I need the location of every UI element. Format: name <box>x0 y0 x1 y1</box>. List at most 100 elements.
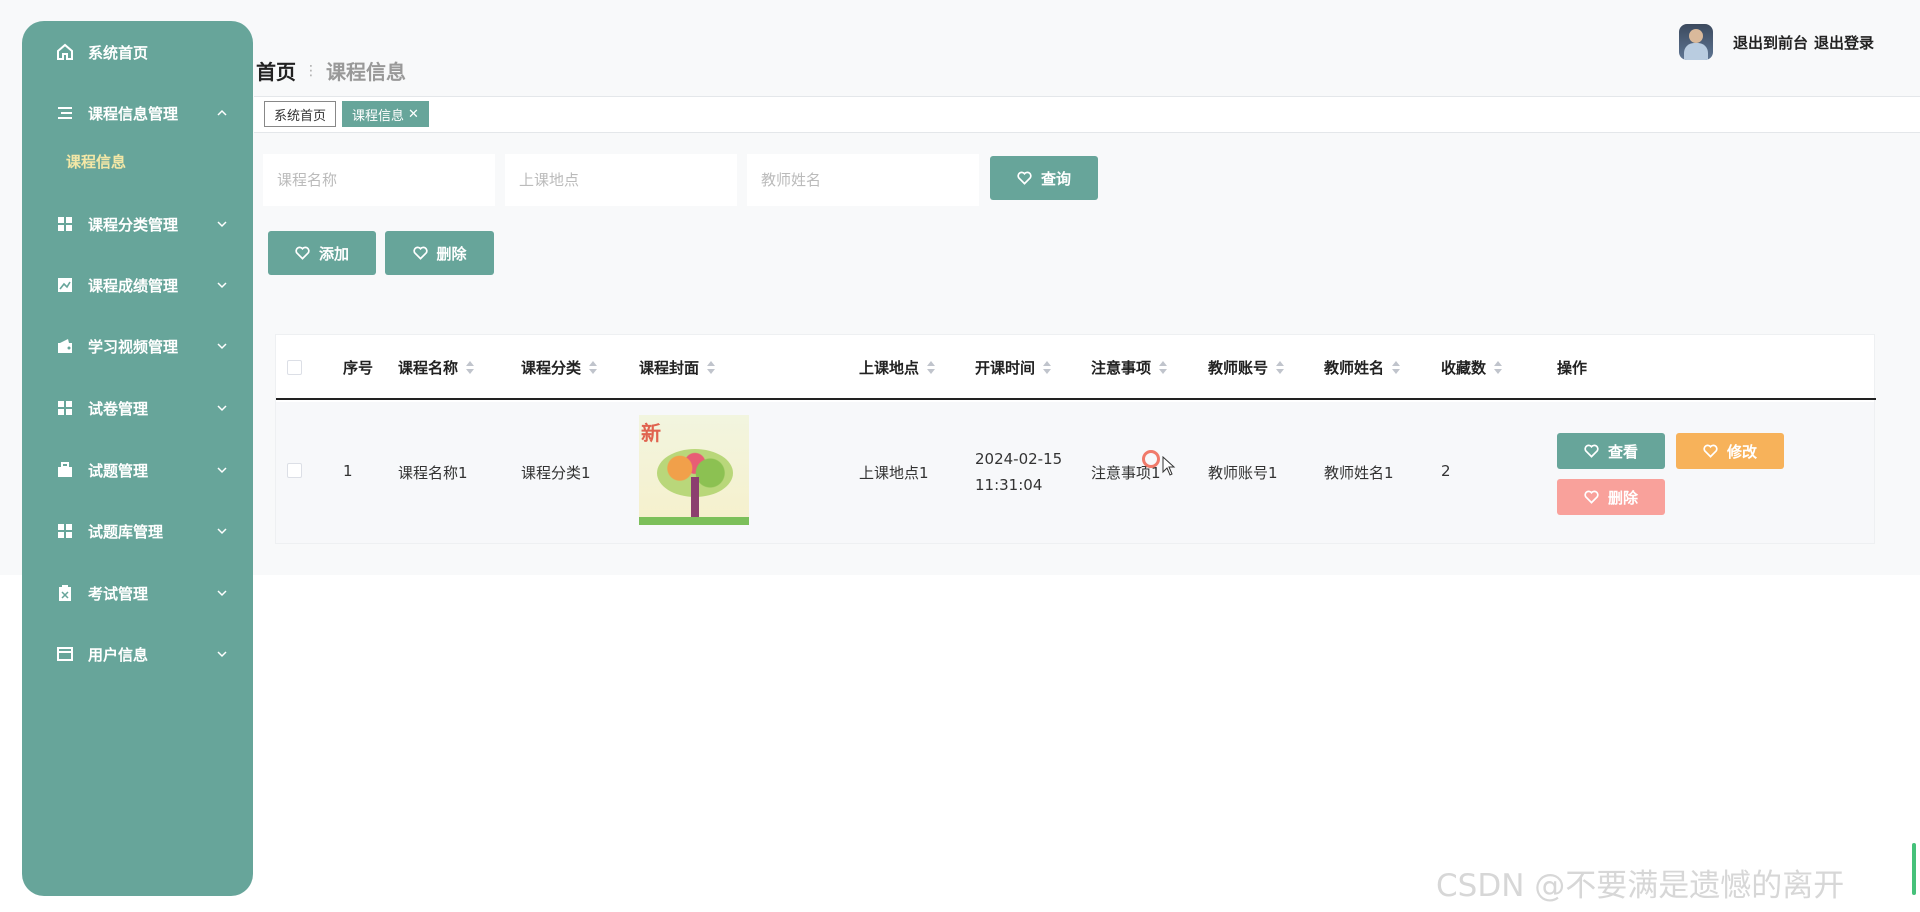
delete-button[interactable]: 删除 <box>1557 479 1665 515</box>
sidebar-item-user-info[interactable]: 用户信息 <box>22 634 253 674</box>
chevron-down-icon <box>216 525 228 537</box>
column-header[interactable]: 课程名称 <box>398 357 475 378</box>
add-button-label: 添加 <box>318 244 349 263</box>
sidebar-item-label: 试题管理 <box>88 461 149 480</box>
chevron-down-icon <box>216 218 228 230</box>
heart-icon <box>1017 170 1033 186</box>
delete-button-label: 删除 <box>1607 488 1638 507</box>
tag-home[interactable]: 系统首页 <box>264 101 337 127</box>
chevron-up-icon <box>216 107 228 119</box>
chevron-down-icon <box>216 587 228 599</box>
grid-icon <box>56 215 74 233</box>
batch-delete-button[interactable]: 删除 <box>385 231 494 275</box>
sort-icon <box>927 360 936 375</box>
grid-icon <box>56 522 74 540</box>
column-header[interactable]: 注意事项 <box>1091 357 1168 378</box>
tag-label: 系统首页 <box>274 108 327 124</box>
sidebar-item-label: 学习视频管理 <box>88 337 179 356</box>
column-header[interactable]: 开课时间 <box>975 357 1052 378</box>
add-button[interactable]: 添加 <box>268 231 376 275</box>
column-header[interactable]: 课程封面 <box>639 357 716 378</box>
heart-icon <box>1584 443 1600 459</box>
row-checkbox[interactable] <box>287 463 302 478</box>
back-to-front-link[interactable]: 退出到前台 <box>1733 32 1808 53</box>
breadcrumb-home[interactable]: 首页 <box>256 56 296 85</box>
sidebar-item-label: 考试管理 <box>88 584 149 603</box>
sidebar-item-question-mgmt[interactable]: 试题管理 <box>22 450 253 490</box>
sidebar-item-label: 试题库管理 <box>88 522 164 541</box>
breadcrumb-current: 课程信息 <box>326 60 406 84</box>
view-button-label: 查看 <box>1607 442 1638 461</box>
clipboard-icon <box>56 584 74 602</box>
column-header[interactable]: 上课地点 <box>859 357 936 378</box>
tags-bar: 系统首页 课程信息 ✕ <box>254 96 1920 133</box>
cell-category: 课程分类1 <box>521 464 591 482</box>
course-name-input[interactable] <box>263 154 495 206</box>
sidebar-item-home[interactable]: 系统首页 <box>22 32 253 72</box>
teacher-name-input[interactable] <box>747 154 979 206</box>
card-icon <box>56 645 74 663</box>
view-button[interactable]: 查看 <box>1557 433 1665 469</box>
column-header: 序号 <box>343 359 374 377</box>
sort-icon <box>589 360 598 375</box>
grid-icon <box>56 399 74 417</box>
sidebar-item-question-bank[interactable]: 试题库管理 <box>22 511 253 551</box>
select-all-checkbox[interactable] <box>287 360 302 375</box>
cell-teacher-account: 教师账号1 <box>1208 464 1278 482</box>
cell-location: 上课地点1 <box>859 464 929 482</box>
sort-icon <box>1043 360 1052 375</box>
wallet-icon <box>56 337 74 355</box>
watermark: CSDN @不要满是遗憾的离开 <box>1436 868 1845 904</box>
avatar[interactable] <box>1678 24 1713 60</box>
column-header[interactable]: 收藏数 <box>1441 357 1503 378</box>
home-icon <box>56 43 74 61</box>
sidebar: 系统首页 课程信息管理 课程信息 课程分类管理 课程成绩管理 学习视频管理 试卷… <box>22 21 253 896</box>
column-header[interactable]: 教师账号 <box>1208 357 1285 378</box>
heart-icon <box>295 245 311 261</box>
logout-link[interactable]: 退出登录 <box>1814 32 1874 53</box>
heart-icon <box>1584 489 1600 505</box>
sidebar-subitem-course-info[interactable]: 课程信息 <box>66 151 126 172</box>
query-button[interactable]: 查询 <box>990 156 1098 200</box>
cursor-icon <box>1162 455 1176 480</box>
sidebar-item-label: 课程分类管理 <box>88 215 179 234</box>
edit-button[interactable]: 修改 <box>1676 433 1784 469</box>
close-icon[interactable]: ✕ <box>408 107 419 122</box>
course-table: 序号 课程名称 课程分类 课程封面 上课地点 开课时间 注意事项 教师账号 教师… <box>275 334 1876 544</box>
sort-icon <box>1494 360 1503 375</box>
cell-favorites: 2 <box>1441 462 1451 480</box>
breadcrumb-separator-icon: ⋮ <box>304 62 318 79</box>
column-header[interactable]: 教师姓名 <box>1324 357 1401 378</box>
scrollbar[interactable] <box>1912 843 1916 895</box>
sidebar-item-course-category[interactable]: 课程分类管理 <box>22 204 253 244</box>
table-header: 序号 课程名称 课程分类 课程封面 上课地点 开课时间 注意事项 教师账号 教师… <box>276 335 1876 400</box>
sidebar-item-course-scores[interactable]: 课程成绩管理 <box>22 265 253 305</box>
user-area: 退出到前台 退出登录 <box>1678 24 1874 60</box>
sort-icon <box>466 360 475 375</box>
tag-current[interactable]: 课程信息 ✕ <box>342 101 429 127</box>
sidebar-item-label: 课程信息管理 <box>88 104 179 123</box>
chevron-down-icon <box>216 402 228 414</box>
cover-text: 新 <box>641 421 661 445</box>
sidebar-item-label: 用户信息 <box>88 645 149 664</box>
sidebar-item-label: 课程成绩管理 <box>88 276 179 295</box>
sidebar-item-label: 试卷管理 <box>88 399 149 418</box>
chevron-down-icon <box>216 340 228 352</box>
sidebar-item-study-video[interactable]: 学习视频管理 <box>22 326 253 366</box>
chart-icon <box>56 276 74 294</box>
chevron-down-icon <box>216 648 228 660</box>
cell-time: 11:31:04 <box>975 476 1043 494</box>
table-row[interactable]: 1 课程名称1 课程分类1 新 上课地点1 2024-02-15 11:31:0… <box>276 402 1874 543</box>
tag-label: 课程信息 <box>352 108 405 124</box>
sidebar-item-course-info-mgmt[interactable]: 课程信息管理 <box>22 93 253 133</box>
sidebar-item-paper-mgmt[interactable]: 试卷管理 <box>22 388 253 428</box>
column-header[interactable]: 课程分类 <box>521 357 598 378</box>
cell-date: 2024-02-15 <box>975 450 1063 468</box>
sidebar-item-exam-mgmt[interactable]: 考试管理 <box>22 573 253 613</box>
course-cover-image[interactable]: 新 <box>639 415 749 525</box>
sort-icon <box>1159 360 1168 375</box>
location-input[interactable] <box>505 154 737 206</box>
column-header: 操作 <box>1557 359 1588 377</box>
sort-icon <box>707 360 716 375</box>
briefcase-icon <box>56 461 74 479</box>
